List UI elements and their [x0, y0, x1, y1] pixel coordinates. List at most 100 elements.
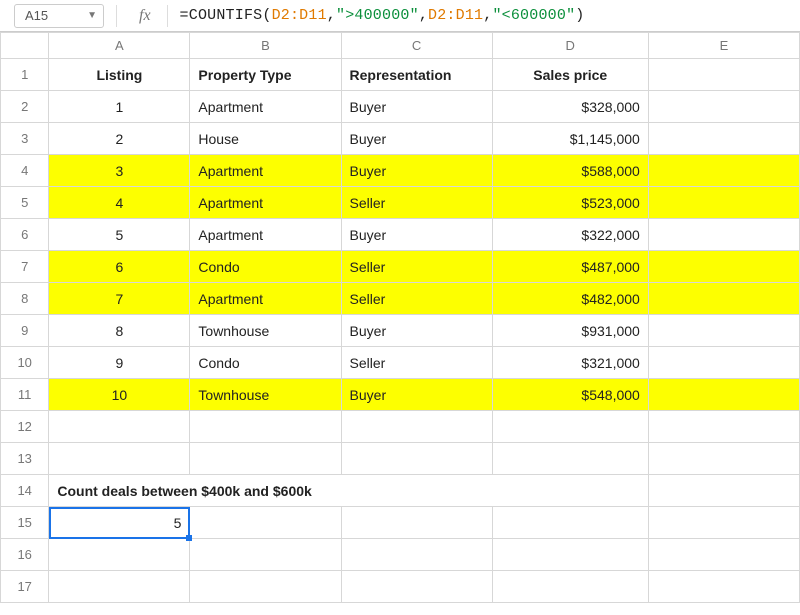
cell[interactable]: [341, 411, 492, 443]
cell-listing[interactable]: 2: [49, 123, 190, 155]
cell-price[interactable]: $482,000: [492, 283, 648, 315]
cell-ptype[interactable]: Apartment: [190, 219, 341, 251]
cell-rep[interactable]: Buyer: [341, 123, 492, 155]
cell[interactable]: [190, 507, 341, 539]
cell-price[interactable]: $548,000: [492, 379, 648, 411]
formula-input[interactable]: =COUNTIFS(D2:D11,">400000",D2:D11,"<6000…: [180, 7, 794, 24]
cell[interactable]: [648, 155, 799, 187]
row-header[interactable]: 5: [1, 187, 49, 219]
col-header-B[interactable]: B: [190, 33, 341, 59]
header-listing[interactable]: Listing: [49, 59, 190, 91]
cell-listing[interactable]: 1: [49, 91, 190, 123]
cell[interactable]: [49, 443, 190, 475]
cell[interactable]: [648, 283, 799, 315]
cell-price[interactable]: $588,000: [492, 155, 648, 187]
selected-cell[interactable]: 5: [49, 507, 190, 539]
cell[interactable]: [190, 411, 341, 443]
cell-listing[interactable]: 5: [49, 219, 190, 251]
name-box[interactable]: A15 ▼: [14, 4, 104, 28]
cell[interactable]: [648, 443, 799, 475]
row-header[interactable]: 2: [1, 91, 49, 123]
row-header[interactable]: 4: [1, 155, 49, 187]
cell-ptype[interactable]: Condo: [190, 347, 341, 379]
row-header[interactable]: 16: [1, 539, 49, 571]
cell-price[interactable]: $931,000: [492, 315, 648, 347]
corner-cell[interactable]: [1, 33, 49, 59]
col-header-C[interactable]: C: [341, 33, 492, 59]
cell[interactable]: [648, 571, 799, 603]
cell[interactable]: [648, 379, 799, 411]
cell[interactable]: [648, 315, 799, 347]
cell-ptype[interactable]: Townhouse: [190, 315, 341, 347]
cell-rep[interactable]: Buyer: [341, 379, 492, 411]
cell-ptype[interactable]: House: [190, 123, 341, 155]
row-header[interactable]: 11: [1, 379, 49, 411]
cell[interactable]: [648, 347, 799, 379]
cell-rep[interactable]: Buyer: [341, 219, 492, 251]
cell[interactable]: [341, 539, 492, 571]
cell[interactable]: [648, 539, 799, 571]
row-header[interactable]: 15: [1, 507, 49, 539]
cell-rep[interactable]: Seller: [341, 347, 492, 379]
fx-icon[interactable]: fx: [129, 7, 155, 25]
count-label[interactable]: Count deals between $400k and $600k: [49, 475, 648, 507]
cell[interactable]: [492, 411, 648, 443]
cell[interactable]: [648, 59, 799, 91]
cell[interactable]: [648, 475, 799, 507]
cell[interactable]: [648, 91, 799, 123]
cell[interactable]: [190, 539, 341, 571]
row-header[interactable]: 14: [1, 475, 49, 507]
cell-ptype[interactable]: Condo: [190, 251, 341, 283]
cell[interactable]: [49, 411, 190, 443]
cell[interactable]: [648, 411, 799, 443]
cell[interactable]: [341, 443, 492, 475]
header-price[interactable]: Sales price: [492, 59, 648, 91]
cell[interactable]: [190, 443, 341, 475]
cell[interactable]: [49, 539, 190, 571]
cell-ptype[interactable]: Apartment: [190, 91, 341, 123]
cell-rep[interactable]: Seller: [341, 251, 492, 283]
cell[interactable]: [648, 187, 799, 219]
cell-listing[interactable]: 3: [49, 155, 190, 187]
cell[interactable]: [648, 123, 799, 155]
col-header-A[interactable]: A: [49, 33, 190, 59]
row-header[interactable]: 12: [1, 411, 49, 443]
cell-price[interactable]: $322,000: [492, 219, 648, 251]
cell[interactable]: [492, 539, 648, 571]
cell[interactable]: [648, 251, 799, 283]
col-header-E[interactable]: E: [648, 33, 799, 59]
cell-listing[interactable]: 10: [49, 379, 190, 411]
cell-rep[interactable]: Seller: [341, 187, 492, 219]
row-header[interactable]: 7: [1, 251, 49, 283]
cell-listing[interactable]: 4: [49, 187, 190, 219]
cell-price[interactable]: $487,000: [492, 251, 648, 283]
spreadsheet-grid[interactable]: A B C D E 1ListingProperty TypeRepresent…: [0, 32, 800, 603]
cell-price[interactable]: $321,000: [492, 347, 648, 379]
row-header[interactable]: 8: [1, 283, 49, 315]
cell[interactable]: [341, 571, 492, 603]
cell[interactable]: [648, 219, 799, 251]
col-header-D[interactable]: D: [492, 33, 648, 59]
header-ptype[interactable]: Property Type: [190, 59, 341, 91]
cell[interactable]: [648, 507, 799, 539]
cell-rep[interactable]: Buyer: [341, 155, 492, 187]
row-header[interactable]: 3: [1, 123, 49, 155]
cell[interactable]: [341, 507, 492, 539]
cell-listing[interactable]: 9: [49, 347, 190, 379]
cell-ptype[interactable]: Apartment: [190, 187, 341, 219]
header-rep[interactable]: Representation: [341, 59, 492, 91]
cell-ptype[interactable]: Townhouse: [190, 379, 341, 411]
cell-ptype[interactable]: Apartment: [190, 155, 341, 187]
row-header[interactable]: 17: [1, 571, 49, 603]
row-header[interactable]: 13: [1, 443, 49, 475]
cell[interactable]: [492, 507, 648, 539]
cell-listing[interactable]: 7: [49, 283, 190, 315]
cell[interactable]: [190, 571, 341, 603]
cell-price[interactable]: $523,000: [492, 187, 648, 219]
name-box-dropdown-icon[interactable]: ▼: [87, 10, 97, 21]
cell[interactable]: [492, 443, 648, 475]
row-header[interactable]: 6: [1, 219, 49, 251]
cell-price[interactable]: $328,000: [492, 91, 648, 123]
cell-price[interactable]: $1,145,000: [492, 123, 648, 155]
cell-rep[interactable]: Buyer: [341, 315, 492, 347]
